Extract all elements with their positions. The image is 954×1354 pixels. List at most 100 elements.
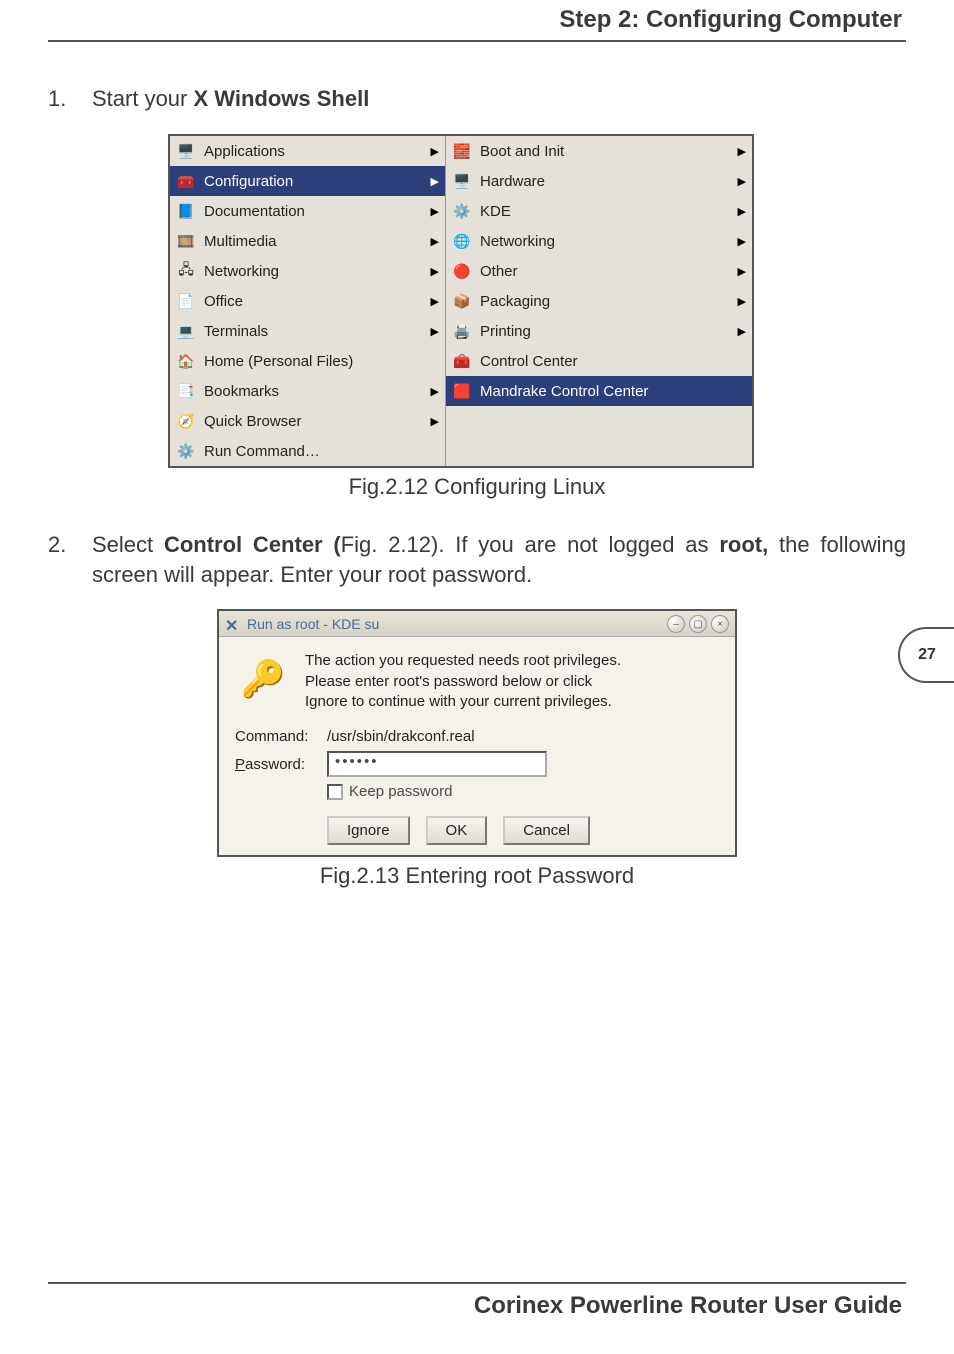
primary-menu-item-5[interactable]: 📄Office▶ — [170, 286, 445, 316]
footer-title: Corinex Powerline Router User Guide — [474, 1292, 902, 1320]
figure-2-12: 🖥️Applications▶🧰Configuration▶📘Documenta… — [168, 134, 754, 468]
config-submenu-item-4-icon: 🔴 — [450, 260, 474, 282]
submenu-arrow-icon: ▶ — [431, 385, 439, 398]
kde-menu-secondary: 🧱 Boot and Init ▶ 🖥️Hardware▶ ⚙️ KDE ▶ 🌐 Network… — [446, 136, 752, 466]
minimize-icon[interactable]: – — [667, 615, 685, 633]
primary-menu-item-3-icon: 🎞️ — [174, 230, 198, 252]
primary-menu-item-8-icon: 📑 — [174, 380, 198, 402]
ok-button[interactable]: OK — [426, 816, 488, 845]
primary-menu-item-4-icon: 🖧 — [174, 260, 198, 282]
step-1: 1. Start your X Windows Shell — [48, 86, 906, 112]
command-label: Command: — [235, 728, 327, 745]
primary-menu-item-6[interactable]: 💻 Terminals ▶ — [170, 316, 445, 346]
config-submenu-item-3-icon: 🌐 — [450, 230, 474, 252]
primary-menu-item-8[interactable]: 📑Bookmarks▶ — [170, 376, 445, 406]
step-1-bold: X Windows Shell — [193, 86, 369, 111]
submenu-arrow-icon: ▶ — [738, 235, 746, 248]
submenu-arrow-icon: ▶ — [431, 175, 439, 188]
password-label: Password: — [235, 756, 327, 773]
config-submenu-item-1[interactable]: 🖥️Hardware▶ — [446, 166, 752, 196]
step-2-t3: Fig. 2.12). If you are not logged as — [341, 532, 720, 557]
config-submenu-item-7-label: Control Center — [480, 353, 578, 370]
primary-menu-item-9-label: Quick Browser — [204, 413, 302, 430]
maximize-icon[interactable]: ▢ — [689, 615, 707, 633]
config-submenu-item-6[interactable]: 🖨️Printing▶ — [446, 316, 752, 346]
ignore-button[interactable]: Ignore — [327, 816, 410, 845]
config-submenu-item-4[interactable]: 🔴 Other ▶ — [446, 256, 752, 286]
config-submenu-item-0-label: Boot and Init — [480, 143, 564, 160]
submenu-arrow-icon: ▶ — [431, 265, 439, 278]
keep-password-label: Keep password — [349, 783, 452, 800]
figure-2-13: ✕ Run as root - KDE su – ▢ × 🔑 The actio… — [217, 609, 737, 857]
dialog-titlebar: ✕ Run as root - KDE su – ▢ × — [219, 611, 735, 637]
keep-password-checkbox[interactable] — [327, 784, 343, 800]
primary-menu-item-4[interactable]: 🖧Networking▶ — [170, 256, 445, 286]
submenu-arrow-icon: ▶ — [738, 265, 746, 278]
primary-menu-item-9-icon: 🧭 — [174, 410, 198, 432]
primary-menu-item-5-label: Office — [204, 293, 243, 310]
primary-menu-item-0-label: Applications — [204, 143, 285, 160]
close-icon[interactable]: × — [711, 615, 729, 633]
dialog-body: 🔑 The action you requested needs root pr… — [219, 637, 735, 855]
footer-rule — [48, 1282, 906, 1284]
primary-menu-item-3-label: Multimedia — [204, 233, 277, 250]
config-submenu-item-5[interactable]: 📦Packaging▶ — [446, 286, 752, 316]
dialog-message: The action you requested needs root priv… — [305, 651, 621, 712]
primary-menu-item-2[interactable]: 📘Documentation▶ — [170, 196, 445, 226]
step-2-number: 2. — [48, 530, 92, 589]
step-2-t2: Control Center ( — [164, 532, 341, 557]
primary-menu-item-9[interactable]: 🧭 Quick Browser ▶ — [170, 406, 445, 436]
primary-menu-item-0[interactable]: 🖥️Applications▶ — [170, 136, 445, 166]
primary-menu-item-6-icon: 💻 — [174, 320, 198, 342]
submenu-arrow-icon: ▶ — [431, 205, 439, 218]
primary-menu-item-6-label: Terminals — [204, 323, 268, 340]
primary-menu-item-10-icon: ⚙️ — [174, 440, 198, 462]
step-2-t1: Select — [92, 532, 164, 557]
config-submenu-item-0[interactable]: 🧱 Boot and Init ▶ — [446, 136, 752, 166]
config-submenu-item-7-icon: 🧰 — [450, 350, 474, 372]
cancel-button[interactable]: Cancel — [503, 816, 590, 845]
figure-2-13-caption: Fig.2.13 Entering root Password — [48, 863, 906, 889]
primary-menu-item-1[interactable]: 🧰Configuration▶ — [170, 166, 445, 196]
config-submenu-item-1-label: Hardware — [480, 173, 545, 190]
command-value: /usr/sbin/drakconf.real — [327, 728, 475, 745]
page-number-badge: 27 — [898, 627, 954, 683]
step-2-t4: root, — [719, 532, 768, 557]
primary-menu-item-3[interactable]: 🎞️Multimedia▶ — [170, 226, 445, 256]
config-submenu-item-5-label: Packaging — [480, 293, 550, 310]
primary-menu-item-2-label: Documentation — [204, 203, 305, 220]
submenu-arrow-icon: ▶ — [431, 295, 439, 308]
primary-menu-item-10-label: Run Command… — [204, 443, 320, 460]
config-submenu-item-8[interactable]: 🟥Mandrake Control Center — [446, 376, 752, 406]
primary-menu-item-10[interactable]: ⚙️ Run Command… — [170, 436, 445, 466]
primary-menu-item-1-label: Configuration — [204, 173, 293, 190]
primary-menu-item-7-label: Home (Personal Files) — [204, 353, 353, 370]
dialog-msg-line1: The action you requested needs root priv… — [305, 651, 621, 671]
dialog-msg-line2: Please enter root's password below or cl… — [305, 672, 621, 692]
page-content: 1. Start your X Windows Shell 🖥️Applicat… — [48, 86, 906, 889]
submenu-arrow-icon: ▶ — [738, 145, 746, 158]
step-1-number: 1. — [48, 86, 92, 112]
page-header: Step 2: Configuring Computer — [559, 6, 902, 34]
primary-menu-item-7[interactable]: 🏠Home (Personal Files) — [170, 346, 445, 376]
figure-2-12-caption: Fig.2.12 Configuring Linux — [48, 474, 906, 500]
config-submenu-item-3[interactable]: 🌐 Networking ▶ — [446, 226, 752, 256]
config-submenu-item-7[interactable]: 🧰 Control Center — [446, 346, 752, 376]
submenu-arrow-icon: ▶ — [738, 325, 746, 338]
kde-menu-primary: 🖥️Applications▶🧰Configuration▶📘Documenta… — [170, 136, 446, 466]
config-submenu-item-2[interactable]: ⚙️ KDE ▶ — [446, 196, 752, 226]
submenu-arrow-icon: ▶ — [738, 205, 746, 218]
config-submenu-item-2-icon: ⚙️ — [450, 200, 474, 222]
submenu-arrow-icon: ▶ — [431, 325, 439, 338]
config-submenu-item-2-label: KDE — [480, 203, 511, 220]
key-icon: 🔑 — [235, 651, 291, 707]
config-submenu-item-4-label: Other — [480, 263, 518, 280]
step-2-text: Select Control Center (Fig. 2.12). If yo… — [92, 530, 906, 589]
config-submenu-item-0-icon: 🧱 — [450, 140, 474, 162]
step-1-text: Start your X Windows Shell — [92, 86, 906, 112]
config-submenu-item-8-icon: 🟥 — [450, 380, 474, 402]
password-input[interactable]: •••••• — [327, 751, 547, 777]
submenu-arrow-icon: ▶ — [431, 415, 439, 428]
config-submenu-item-6-icon: 🖨️ — [450, 320, 474, 342]
config-submenu-item-3-label: Networking — [480, 233, 555, 250]
